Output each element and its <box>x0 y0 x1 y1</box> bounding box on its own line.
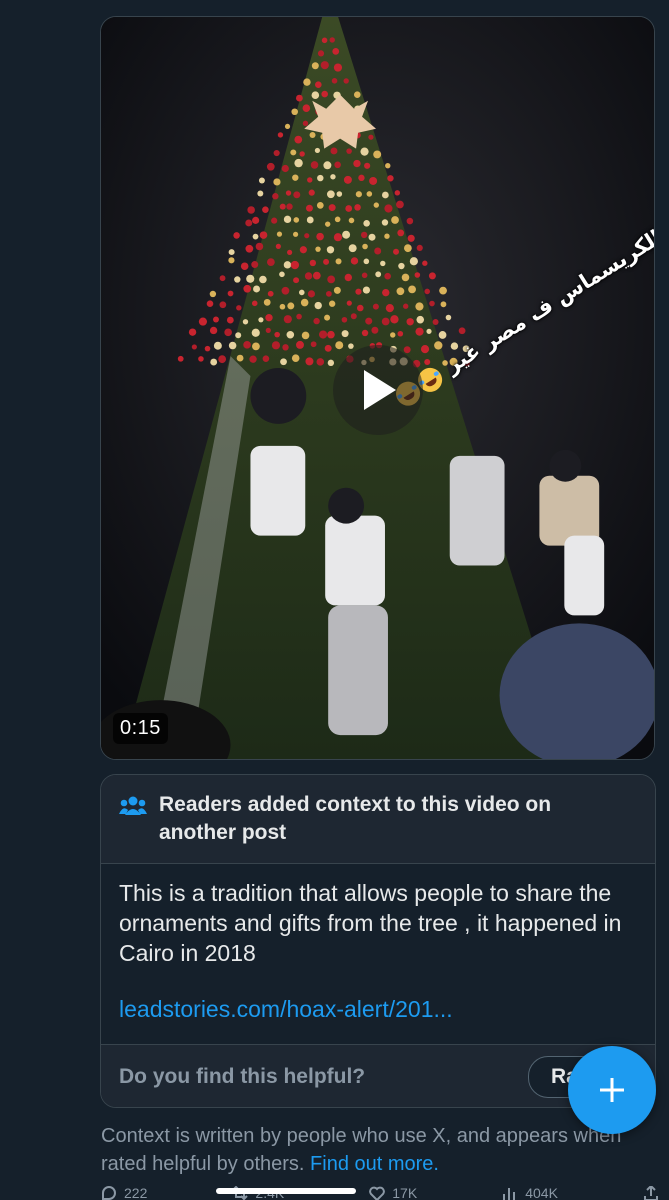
compose-post-button[interactable] <box>568 1046 656 1134</box>
post-action-bar: 222 2.4K 17K 404K <box>100 1186 660 1200</box>
play-button[interactable] <box>333 345 423 435</box>
community-note-body: This is a tradition that allows people t… <box>101 864 655 1044</box>
heart-icon <box>369 1186 386 1200</box>
community-note-source-link[interactable]: leadstories.com/hoax-alert/201... <box>119 996 637 1023</box>
community-note-header: Readers added context to this video on a… <box>101 775 655 864</box>
community-note-disclaimer: Context is written by people who use X, … <box>101 1122 641 1178</box>
helpful-question: Do you find this helpful? <box>119 1064 366 1088</box>
play-icon <box>364 370 396 410</box>
like-count: 17K <box>392 1186 418 1200</box>
find-out-more-link[interactable]: Find out more. <box>310 1153 439 1175</box>
share-button[interactable] <box>642 1186 660 1200</box>
like-button[interactable]: 17K <box>368 1186 417 1200</box>
people-icon <box>119 796 147 815</box>
reply-count: 222 <box>124 1186 148 1200</box>
plus-icon <box>600 1078 624 1102</box>
community-note: Readers added context to this video on a… <box>100 774 656 1108</box>
home-indicator[interactable] <box>216 1188 356 1194</box>
reply-button[interactable]: 222 <box>100 1186 147 1200</box>
community-note-title: Readers added context to this video on a… <box>159 793 552 844</box>
video-duration: 0:15 <box>113 713 168 744</box>
view-count: 404K <box>525 1186 558 1200</box>
community-note-text: This is a tradition that allows people t… <box>119 880 622 966</box>
video-player[interactable]: الكريسماس ف مصر غير 0:15 <box>100 16 655 760</box>
views-button[interactable]: 404K <box>501 1186 558 1200</box>
views-icon <box>503 1188 516 1200</box>
share-icon <box>643 1186 658 1200</box>
reply-icon <box>102 1186 116 1200</box>
